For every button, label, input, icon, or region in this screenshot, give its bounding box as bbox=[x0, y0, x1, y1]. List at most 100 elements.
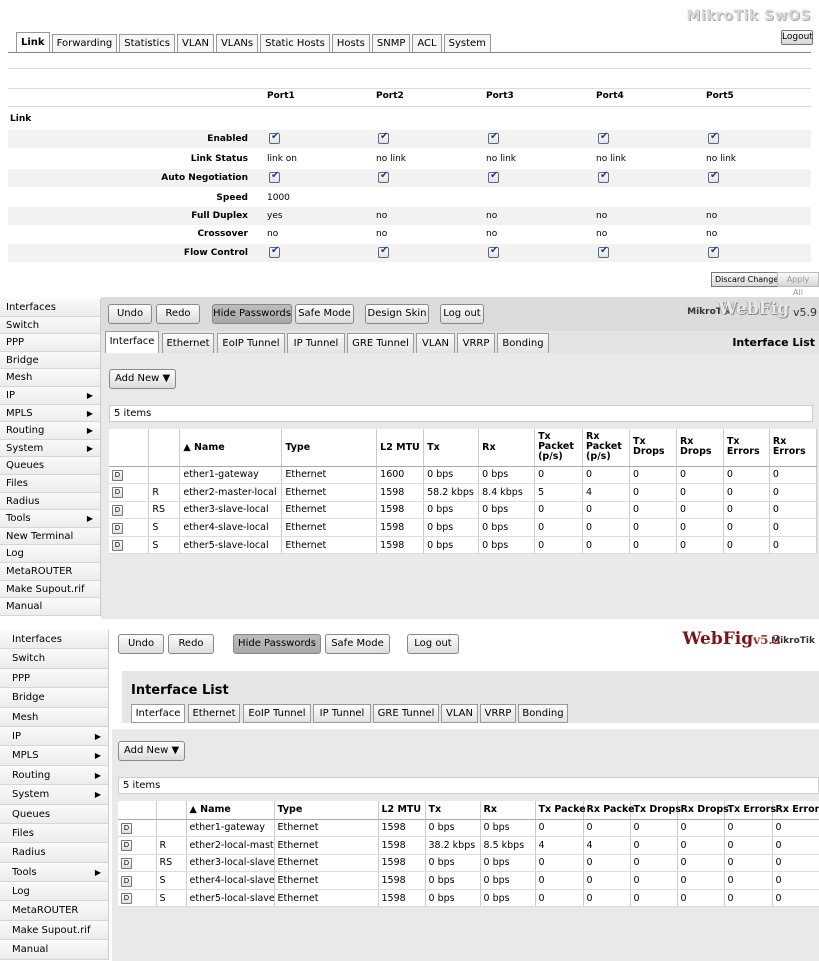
tab-interface[interactable]: Interface bbox=[131, 704, 185, 723]
sidebar-item-mpls[interactable]: MPLS ▶ bbox=[0, 404, 100, 423]
sidebar-item-log[interactable]: Log bbox=[0, 545, 100, 563]
enabled-checkbox-port4[interactable] bbox=[598, 131, 609, 144]
col-rx-packet[interactable]: Rx Packet (p/s) bbox=[582, 429, 631, 467]
col-rx-packet[interactable]: Rx Packe bbox=[583, 801, 635, 820]
sidebar-item-mesh[interactable]: Mesh bbox=[0, 707, 108, 727]
tab-vlans[interactable]: VLANs bbox=[215, 34, 259, 52]
tab-gre-tunnel[interactable]: GRE Tunnel bbox=[373, 704, 439, 723]
autoneg-checkbox-port2[interactable] bbox=[378, 170, 389, 183]
tab-eoip-tunnel[interactable]: EoIP Tunnel bbox=[243, 704, 311, 723]
sidebar-item-ip[interactable]: IP ▶ bbox=[0, 386, 100, 405]
disable-toggle-button[interactable]: D bbox=[112, 504, 123, 516]
tab-statistics[interactable]: Statistics bbox=[119, 34, 175, 52]
tab-acl[interactable]: ACL bbox=[412, 34, 442, 52]
col-tx-errors[interactable]: Tx Errors bbox=[723, 429, 770, 467]
tab-ip-tunnel[interactable]: IP Tunnel bbox=[287, 333, 345, 353]
tab-vlan[interactable]: VLAN bbox=[176, 34, 214, 52]
undo-button[interactable]: Undo bbox=[108, 304, 152, 324]
col-l2mtu[interactable]: L2 MTU bbox=[378, 801, 426, 820]
col-rx[interactable]: Rx bbox=[478, 429, 536, 467]
flow-control-checkbox-port5[interactable] bbox=[708, 245, 719, 258]
table-row[interactable]: D RS ether3-slave-local Ethernet 1598 0 bps 0 … bbox=[109, 501, 818, 520]
sidebar-item-routing[interactable]: Routing ▶ bbox=[0, 422, 100, 440]
col-tx-errors[interactable]: Tx Errors bbox=[724, 801, 776, 820]
sidebar-item-system[interactable]: System ▶ bbox=[0, 785, 108, 805]
col-tx-drops[interactable]: Tx Drops bbox=[629, 429, 677, 467]
col-rx[interactable]: Rx bbox=[480, 801, 536, 820]
table-row[interactable]: D Rether2-local-maste Ethernet 1598 38.2 kbp… bbox=[118, 836, 819, 855]
col-tx-packet[interactable]: Tx Packet (p/s) bbox=[534, 429, 584, 467]
safe-mode-button[interactable]: Safe Mode bbox=[295, 304, 354, 324]
autoneg-checkbox-port5[interactable] bbox=[708, 170, 719, 183]
sidebar-item-manual[interactable]: Manual bbox=[0, 940, 108, 960]
sidebar-item-switch[interactable]: Switch bbox=[0, 316, 100, 335]
tab-forwarding[interactable]: Forwarding bbox=[51, 34, 118, 52]
col-rx-errors[interactable]: Rx Errors bbox=[769, 429, 818, 467]
disable-toggle-button[interactable]: D bbox=[112, 540, 123, 552]
sidebar-item-ppp[interactable]: PPP bbox=[0, 668, 108, 689]
tab-vrrp[interactable]: VRRP bbox=[457, 333, 495, 353]
sidebar-item-radius[interactable]: Radius bbox=[0, 492, 100, 511]
sidebar-item-files[interactable]: Files bbox=[0, 823, 108, 844]
sidebar-item-bridge[interactable]: Bridge bbox=[0, 688, 108, 708]
tab-snmp[interactable]: SNMP bbox=[371, 34, 411, 52]
sidebar-item-ppp[interactable]: PPP bbox=[0, 334, 100, 352]
sidebar-item-make-supout[interactable]: Make Supout.rif bbox=[0, 580, 100, 599]
col-tx-packet[interactable]: Tx Packe bbox=[535, 801, 586, 820]
disable-toggle-button[interactable]: D bbox=[112, 487, 123, 499]
tab-ip-tunnel[interactable]: IP Tunnel bbox=[313, 704, 371, 723]
col-tx[interactable]: Tx bbox=[423, 429, 480, 467]
design-skin-button[interactable]: Design Skin bbox=[365, 304, 429, 324]
undo-button[interactable]: Undo bbox=[118, 634, 164, 654]
sidebar-item-files[interactable]: Files bbox=[0, 474, 100, 493]
sidebar-item-ip[interactable]: IP ▶ bbox=[0, 726, 108, 747]
add-new-button[interactable]: Add New ▼ bbox=[118, 741, 186, 761]
sidebar-item-radius[interactable]: Radius bbox=[0, 843, 108, 863]
disable-toggle-button[interactable]: D bbox=[121, 893, 132, 905]
tab-eoip-tunnel[interactable]: EoIP Tunnel bbox=[217, 333, 285, 353]
sidebar-item-bridge[interactable]: Bridge bbox=[0, 351, 100, 370]
flow-control-checkbox-port4[interactable] bbox=[598, 245, 609, 258]
disable-toggle-button[interactable]: D bbox=[121, 857, 132, 869]
safe-mode-button[interactable]: Safe Mode bbox=[325, 634, 390, 654]
add-new-button[interactable]: Add New ▼ bbox=[109, 369, 177, 389]
tab-interface[interactable]: Interface bbox=[105, 331, 159, 353]
sidebar-item-tools[interactable]: Tools ▶ bbox=[0, 510, 100, 528]
tab-static-hosts[interactable]: Static Hosts bbox=[260, 34, 330, 52]
sidebar-item-switch[interactable]: Switch bbox=[0, 649, 108, 669]
flow-control-checkbox-port3[interactable] bbox=[488, 245, 499, 258]
col-l2mtu[interactable]: L2 MTU bbox=[376, 429, 425, 467]
sidebar-item-interfaces[interactable]: Interfaces bbox=[0, 630, 108, 650]
table-row[interactable]: D Sether4-local-slave Ethernet 1598 0 bps 0 b… bbox=[118, 871, 819, 890]
sidebar-item-interfaces[interactable]: Interfaces bbox=[0, 299, 100, 317]
enabled-checkbox-port2[interactable] bbox=[378, 131, 389, 144]
enabled-checkbox-port5[interactable] bbox=[708, 131, 719, 144]
tab-vlan[interactable]: VLAN bbox=[416, 333, 455, 353]
disable-toggle-button[interactable]: D bbox=[121, 822, 132, 834]
tab-vrrp[interactable]: VRRP bbox=[480, 704, 516, 723]
tab-hosts[interactable]: Hosts bbox=[331, 34, 370, 52]
autoneg-checkbox-port1[interactable] bbox=[269, 170, 280, 183]
table-row[interactable]: D RS ether3-local-slave Ethernet 1598 0 bps 0 … bbox=[118, 854, 819, 873]
tab-bonding[interactable]: Bonding bbox=[497, 333, 549, 353]
col-rx-errors[interactable]: Rx Error bbox=[772, 801, 819, 820]
log-out-button[interactable]: Log out bbox=[407, 634, 459, 654]
tab-ethernet[interactable]: Ethernet bbox=[188, 704, 240, 723]
flow-control-checkbox-port1[interactable] bbox=[269, 245, 280, 258]
tab-gre-tunnel[interactable]: GRE Tunnel bbox=[347, 333, 414, 353]
table-row[interactable]: Dether1-gateway Ethernet 1598 0 bps 0 bps 0 0 0… bbox=[118, 819, 819, 838]
hide-passwords-button[interactable]: Hide Passwords bbox=[233, 634, 321, 654]
sidebar-item-queues[interactable]: Queues bbox=[0, 804, 108, 824]
tab-ethernet[interactable]: Ethernet bbox=[162, 333, 214, 353]
col-tx-drops[interactable]: Tx Drops bbox=[630, 801, 681, 820]
tab-link[interactable]: Link bbox=[16, 32, 50, 52]
col-type[interactable]: Type bbox=[281, 429, 378, 467]
disable-toggle-button[interactable]: D bbox=[112, 469, 123, 481]
tab-vlan[interactable]: VLAN bbox=[441, 704, 478, 723]
col-name[interactable]: ▲ Name bbox=[186, 801, 275, 820]
enabled-checkbox-port1[interactable] bbox=[269, 131, 280, 144]
col-rx-drops[interactable]: Rx Drops bbox=[676, 429, 724, 467]
table-row[interactable]: D Rether2-master-local Ethernet 1598 58.2 kb… bbox=[109, 483, 818, 502]
sidebar-item-log[interactable]: Log bbox=[0, 882, 108, 902]
redo-button[interactable]: Redo bbox=[156, 304, 200, 324]
